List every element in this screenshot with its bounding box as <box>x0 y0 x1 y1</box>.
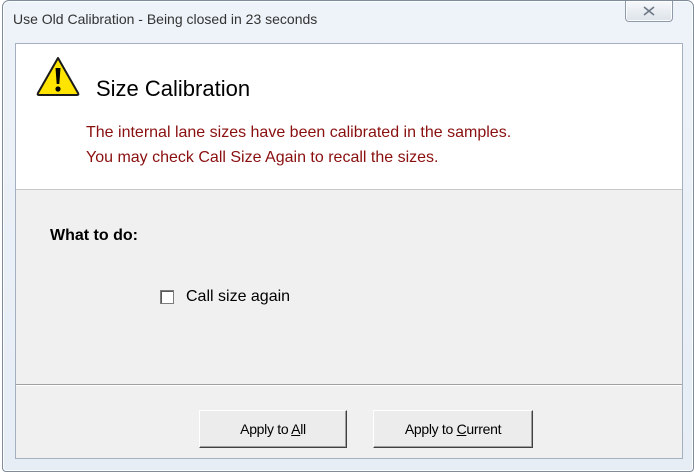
checkbox-box[interactable] <box>160 290 174 304</box>
call-size-again-checkbox[interactable]: Call size again <box>160 287 290 307</box>
apply-to-current-label: Apply to Current <box>404 421 502 437</box>
apply-to-current-button[interactable]: Apply to Current <box>373 410 533 448</box>
message-line-1: The internal lane sizes have been calibr… <box>86 124 512 141</box>
separator <box>16 384 682 386</box>
checkbox-label[interactable]: Call size again <box>186 288 290 306</box>
dialog-heading: Size Calibration <box>96 76 251 101</box>
header-panel: Size Calibration The internal lane sizes… <box>16 44 682 190</box>
warning-icon <box>36 57 80 96</box>
title-bar[interactable]: Use Old Calibration - Being closed in 23… <box>3 1 693 39</box>
message-line-2: You may check Call Size Again to recall … <box>86 149 439 166</box>
close-button[interactable] <box>625 1 673 22</box>
apply-to-all-button[interactable]: Apply to All <box>199 410 347 448</box>
dialog-window: Use Old Calibration - Being closed in 23… <box>2 0 694 472</box>
window-title: Use Old Calibration - Being closed in 23… <box>13 11 318 27</box>
apply-to-all-label: Apply to All <box>240 421 306 437</box>
what-to-do-label: What to do: <box>50 227 138 244</box>
close-icon <box>643 6 655 16</box>
dialog-client-area: Size Calibration The internal lane sizes… <box>15 43 683 459</box>
